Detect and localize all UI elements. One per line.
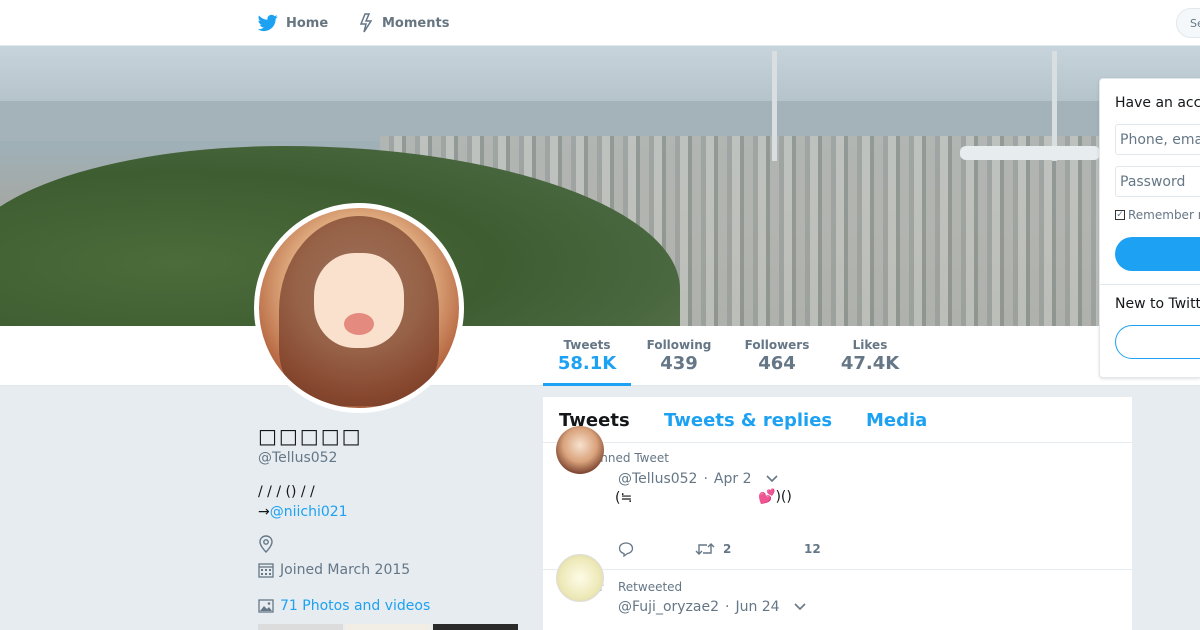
phone-email-input[interactable]: Phone, ema	[1115, 124, 1200, 155]
hearts-emoji-icon: 💕	[758, 489, 776, 505]
signup-button[interactable]	[1115, 325, 1200, 359]
stat-value: 47.4K	[840, 353, 900, 374]
location-pin-icon	[259, 535, 273, 553]
like-count: 12	[804, 542, 821, 556]
stat-value: 58.1K	[557, 353, 617, 374]
tweet-actions: 2 12	[618, 542, 918, 562]
tweet-handle[interactable]: @Fuji_oryzae2	[618, 599, 719, 615]
tweet-avatar[interactable]	[556, 426, 604, 474]
photos-videos-link[interactable]: 71 Photos and videos	[258, 598, 430, 614]
media-thumbnail[interactable]	[345, 624, 431, 630]
joined-text: Joined March 2015	[280, 562, 411, 578]
search-placeholder: Se	[1190, 17, 1200, 30]
tweet-text-tail: )()	[775, 489, 792, 505]
lightning-icon	[359, 13, 373, 33]
profile-nav-bar: Tweets 58.1K Following 439 Followers 464…	[0, 326, 1200, 386]
retweeted-label: Retweeted	[618, 580, 683, 594]
bio-line: / / / () / /	[258, 484, 315, 500]
stat-value: 464	[758, 353, 796, 374]
tweet-date[interactable]: Apr 2	[714, 471, 752, 487]
bio-line: →@niichi021	[258, 502, 348, 522]
tweet-date[interactable]: Jun 24	[735, 599, 779, 615]
retweet-button[interactable]: 2	[695, 542, 731, 556]
chevron-down-icon[interactable]	[794, 603, 806, 611]
retweet-count: 2	[723, 542, 732, 556]
timeline-tabs: Tweets Tweets & replies Media	[543, 397, 1132, 443]
tab-tweets-and-replies[interactable]: Tweets & replies	[664, 410, 832, 431]
tab-media[interactable]: Media	[866, 410, 927, 431]
login-card: Have an acc Phone, ema Password ✓ Rememb…	[1099, 78, 1200, 378]
tweet-text: (≒	[615, 490, 633, 506]
stat-likes[interactable]: Likes 47.4K	[838, 338, 902, 374]
password-placeholder: Password	[1120, 174, 1186, 190]
login-divider	[1100, 284, 1200, 285]
tweet-header: @Fuji_oryzae2 · Jun 24	[618, 599, 806, 615]
chevron-down-icon[interactable]	[765, 475, 778, 483]
profile-bio: / / / () / / →@niichi021	[258, 482, 348, 522]
login-button[interactable]	[1115, 237, 1200, 271]
nav-moments[interactable]: Moments	[358, 0, 449, 46]
search-input[interactable]: Se	[1176, 8, 1200, 38]
photo-icon	[258, 599, 274, 613]
retweet-icon	[695, 543, 715, 555]
banner-ship	[960, 146, 1100, 160]
remember-me-checkbox[interactable]: ✓	[1115, 210, 1125, 220]
profile-handle[interactable]: @Tellus052	[258, 450, 337, 466]
tweet-separator: ·	[725, 599, 730, 615]
location-row	[258, 535, 274, 557]
password-input[interactable]: Password	[1115, 166, 1200, 197]
avatar-blush	[344, 313, 374, 335]
new-to-twitter-label: New to Twitt	[1115, 296, 1200, 312]
stat-followers[interactable]: Followers 464	[740, 338, 814, 374]
media-thumbnail[interactable]	[258, 624, 344, 630]
bio-arrow: →	[258, 504, 270, 520]
phone-email-placeholder: Phone, ema	[1120, 132, 1200, 148]
banner-bridge-tower	[772, 51, 777, 161]
timeline: Tweets Tweets & replies Media Pinned Twe…	[543, 397, 1132, 630]
nav-moments-label: Moments	[382, 15, 450, 31]
stat-label: Tweets	[563, 338, 611, 352]
banner-sea	[0, 101, 1200, 141]
nav-home[interactable]: Home	[258, 0, 328, 46]
tweet-handle[interactable]: @Tellus052	[618, 471, 697, 487]
tweet-separator: ·	[703, 471, 708, 487]
tweet-context: Retweeted	[588, 580, 683, 594]
media-thumbnails	[258, 624, 518, 630]
top-navigation: Home Moments Se	[0, 0, 1200, 46]
tweet-text-emoji: 💕)()	[758, 489, 792, 505]
reply-button[interactable]	[618, 542, 642, 557]
tweet-avatar[interactable]	[556, 554, 604, 602]
login-title: Have an acc	[1115, 95, 1200, 111]
like-button[interactable]: 12	[804, 542, 821, 556]
display-name: □□□□□	[258, 424, 363, 448]
banner-bridge-tower	[1052, 51, 1057, 161]
banner-sky	[0, 46, 1200, 101]
stat-label: Likes	[852, 338, 888, 352]
stat-following[interactable]: Following 439	[640, 338, 718, 374]
reply-icon	[618, 542, 634, 557]
stat-label: Followers	[744, 338, 810, 352]
stat-label: Following	[646, 338, 712, 352]
photos-videos-label: 71 Photos and videos	[280, 598, 431, 614]
profile-avatar[interactable]	[254, 203, 464, 413]
nav-home-label: Home	[286, 15, 329, 31]
bio-mention-link[interactable]: @niichi021	[270, 504, 348, 520]
remember-me-row: ✓ Remember n	[1115, 208, 1200, 222]
media-thumbnail[interactable]	[432, 624, 518, 630]
profile-banner	[0, 46, 1200, 326]
calendar-icon	[258, 563, 274, 578]
remember-me-label: Remember n	[1128, 208, 1200, 222]
stat-value: 439	[660, 353, 698, 374]
joined-row: Joined March 2015	[258, 562, 410, 578]
tweet-header: @Tellus052 · Apr 2	[618, 471, 778, 487]
stat-tweets[interactable]: Tweets 58.1K	[543, 338, 631, 386]
twitter-bird-icon	[258, 14, 278, 32]
